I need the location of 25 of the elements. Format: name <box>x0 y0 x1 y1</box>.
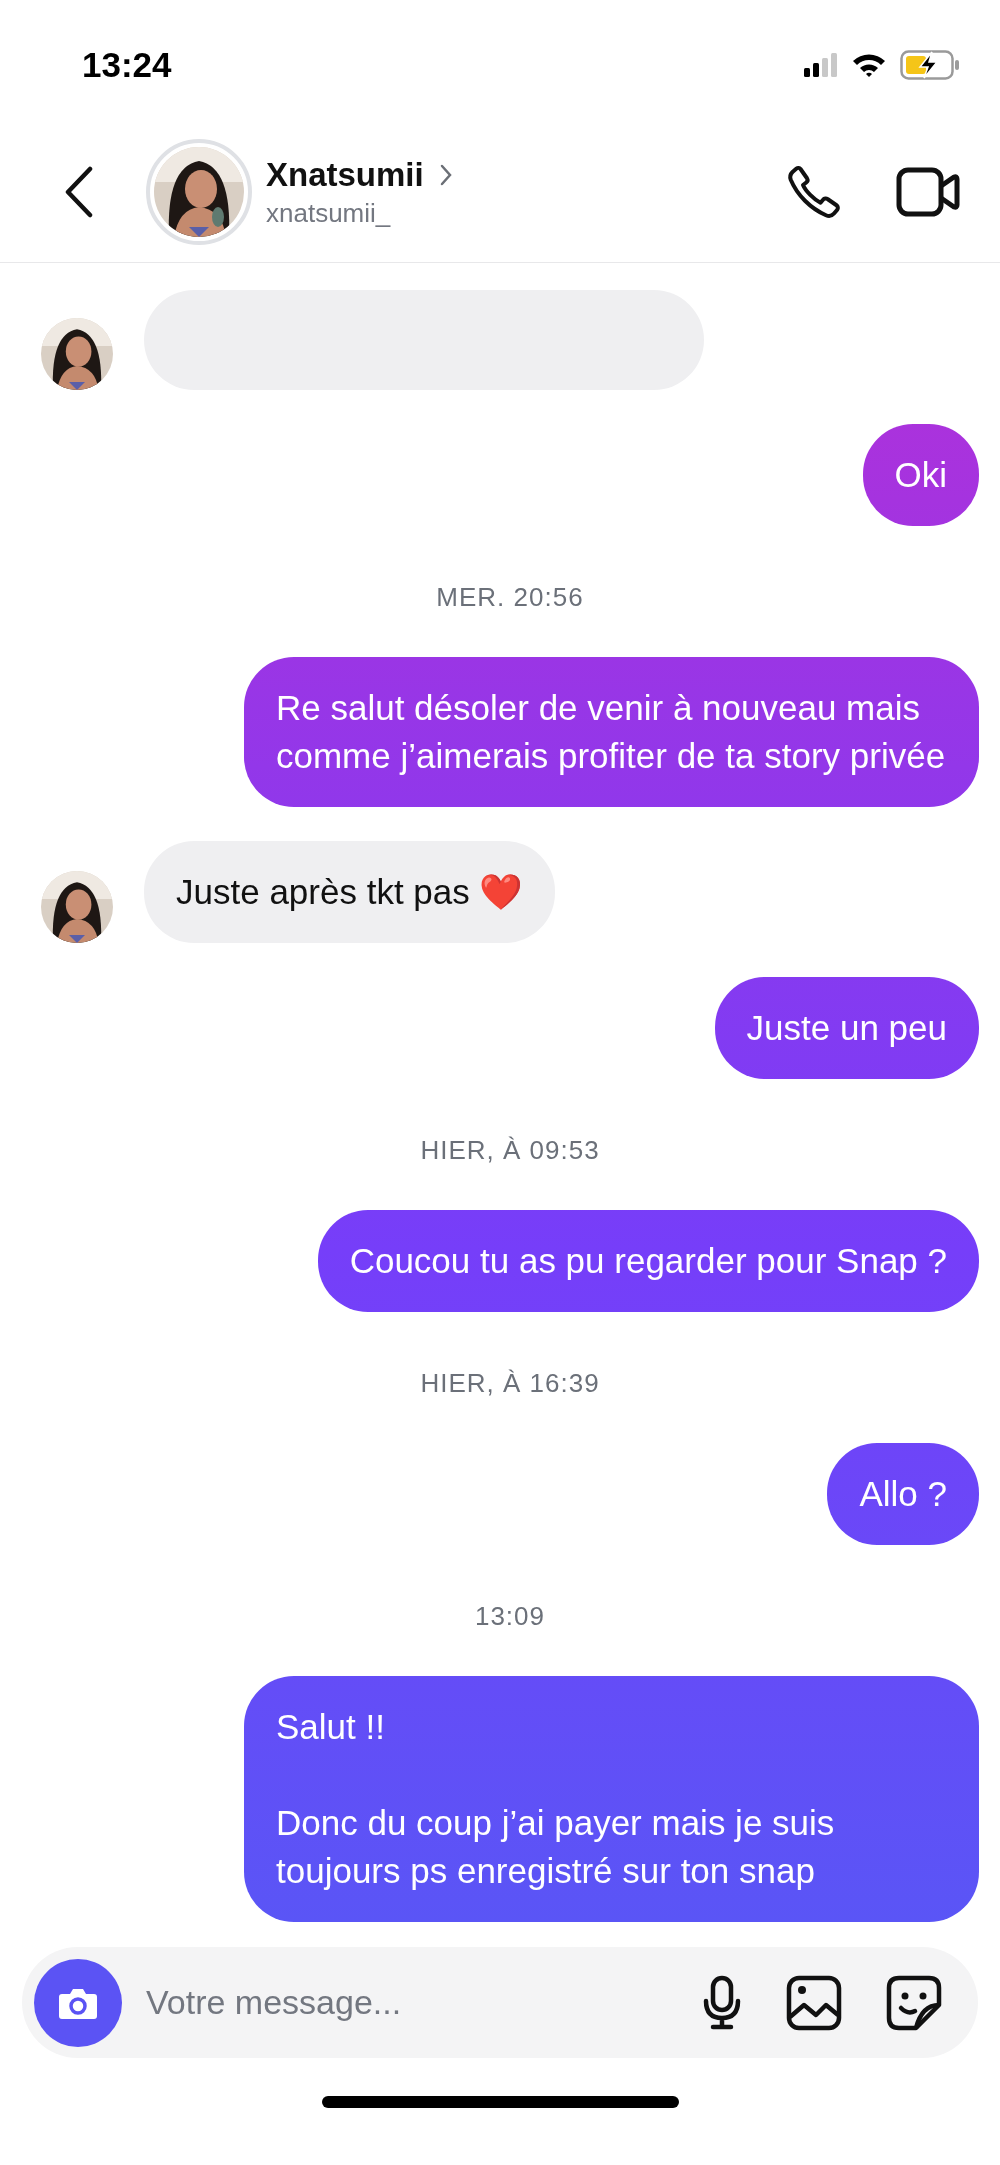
chevron-right-icon <box>439 163 452 186</box>
wifi-icon <box>852 53 886 77</box>
sent-message: Oki <box>862 424 979 526</box>
sent-message: Salut !! Donc du coup j’ai payer mais je suis toujours ps enregistré sur ton snap <box>244 1676 979 1922</box>
sent-message: Re salut désoler de venir à nouveau mais comme j’aimerais profiter de ta story privée <box>244 657 979 807</box>
status-time: 13:24 <box>82 45 172 85</box>
sticker-icon[interactable] <box>886 1974 942 2031</box>
contact-username: xnatsumii_ <box>266 197 392 229</box>
timestamp: MER. 20:56 <box>435 582 585 613</box>
contact-name[interactable]: Xnatsumii <box>266 155 424 194</box>
signal-icon <box>804 53 838 77</box>
image-icon[interactable] <box>786 1974 842 2031</box>
microphone-icon[interactable] <box>702 1974 742 2031</box>
timestamp: HIER, À 16:39 <box>419 1368 601 1399</box>
received-message: Juste après tkt pas ❤ <box>144 841 556 943</box>
timestamp: HIER, À 09:53 <box>419 1135 601 1166</box>
back-icon[interactable] <box>64 166 94 218</box>
sent-message: Allo ? <box>827 1443 979 1545</box>
avatar[interactable] <box>146 139 252 245</box>
sent-message: Juste un peu <box>714 977 979 1079</box>
timestamp: 13:09 <box>473 1601 547 1632</box>
message-field[interactable]: Votre message... <box>22 1947 978 2058</box>
sent-message: Coucou tu as pu regarder pour Snap ? <box>317 1210 979 1312</box>
message-input[interactable]: Votre message... <box>144 1982 702 2023</box>
battery-charging-icon <box>900 50 960 80</box>
